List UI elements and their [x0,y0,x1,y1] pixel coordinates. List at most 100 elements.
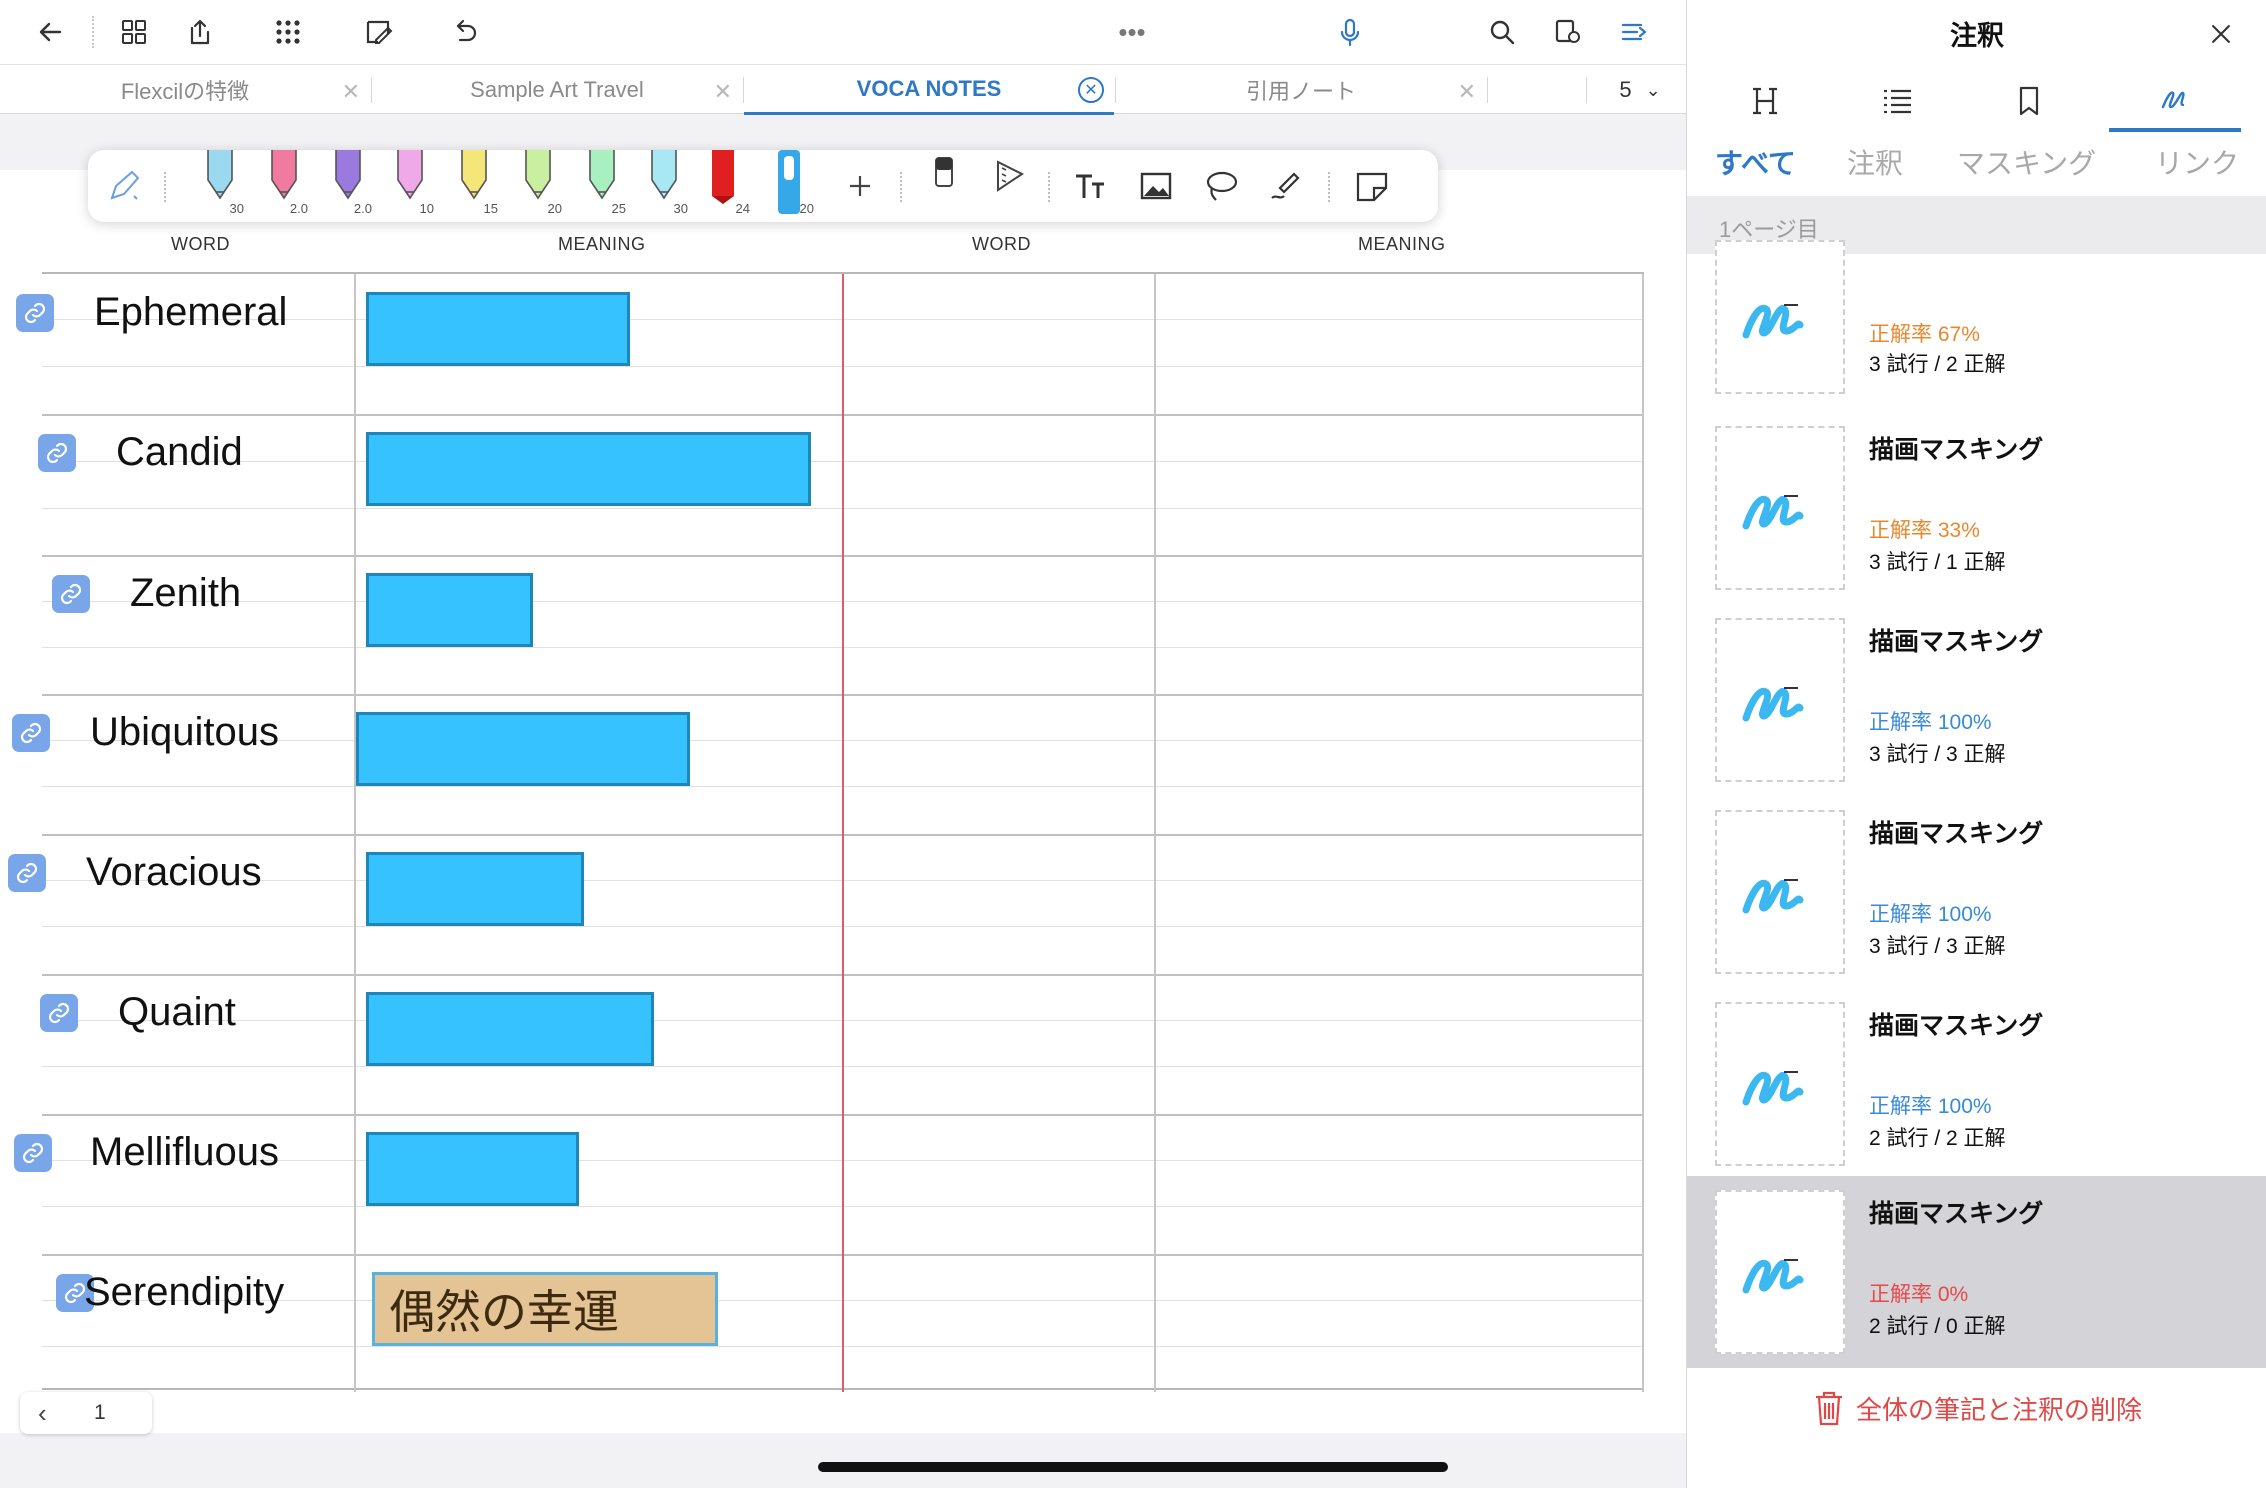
annotation-card[interactable]: 描画マスキング 正解率 100% 3 試行 / 3 正解 [1687,604,2266,796]
annotation-card[interactable]: 描画マスキング 正解率 0% 2 試行 / 0 正解 [1687,1176,2266,1368]
pen-size-label: 25 [611,201,626,216]
panel-toggle-icon[interactable] [1614,12,1654,52]
tab-headings[interactable] [1699,70,1831,132]
masking-box[interactable] [356,712,690,786]
link-badge[interactable] [38,434,76,472]
accuracy-rate: 正解率 0% [1869,1283,1969,1306]
export-icon[interactable] [180,12,220,52]
highlighter-tool-icon[interactable] [1264,164,1308,208]
masking-box[interactable] [366,852,584,926]
link-badge[interactable] [40,994,78,1032]
annotation-card[interactable]: 描画マスキング 正解率 100% 2 試行 / 2 正解 [1687,988,2266,1180]
tab-bookmarks[interactable] [1963,70,2095,132]
filter-masking[interactable]: マスキング [1957,142,2096,182]
back-arrow-icon[interactable] [30,12,70,52]
annotation-panel: 注釈 すべて 注釈 マスキング リンク 1ページ目 正解率 67% 3 試行 /… [1686,0,2266,1488]
ruler-icon[interactable] [986,154,1030,198]
pen-tool[interactable]: 25 [576,150,628,222]
link-badge[interactable] [14,1134,52,1172]
tab-sample-art-travel[interactable]: Sample Art Travel ✕ [372,65,742,115]
mask-thumbnail [1715,810,1845,974]
pen-tool[interactable]: 2.0 [258,150,310,222]
column-header-word: WORD [171,234,230,254]
filter-all[interactable]: すべて [1715,142,1796,182]
page-settings-icon[interactable] [1548,12,1588,52]
pen-tool[interactable]: 24 [700,150,752,222]
pen-tool[interactable]: 30 [638,150,690,222]
vocabulary-word: Ephemeral [94,290,288,334]
annotation-card[interactable]: 描画マスキング 正解率 100% 3 試行 / 3 正解 [1687,796,2266,988]
search-icon[interactable] [1482,12,1522,52]
delete-all-label: 全体の筆記と注釈の削除 [1855,1394,2142,1425]
link-badge[interactable] [8,854,46,892]
link-badge[interactable] [16,294,54,332]
annotation-card[interactable]: 正解率 67% 3 試行 / 2 正解 [1687,240,2266,410]
link-badge[interactable] [52,575,90,613]
annotation-title: 描画マスキング [1869,436,2044,464]
bookmark-icon [2019,86,2039,116]
close-tab-icon[interactable]: ✕ [1458,79,1476,105]
pen-tool[interactable]: 2.0 [322,150,374,222]
tab-annotations[interactable] [2109,70,2241,132]
apps-grid-icon[interactable] [268,12,308,52]
edit-mode-icon[interactable] [358,12,398,52]
filter-links[interactable]: リンク [2155,142,2239,182]
masking-box[interactable] [366,1132,579,1206]
pen-tool[interactable]: 20 [512,150,564,222]
close-tab-icon[interactable]: ✕ [714,79,732,105]
pen-tool[interactable]: 15 [448,150,500,222]
text-tool-icon[interactable] [1068,164,1112,208]
previous-page-button[interactable]: ‹ [38,1398,47,1429]
scribble-icon [1742,879,1804,914]
more-dots-icon[interactable]: ••• [1096,12,1168,52]
masking-box[interactable] [366,292,630,366]
tab-count: 5 [1619,77,1632,102]
pen-tool[interactable]: 10 [384,150,436,222]
tab-flexcil-features[interactable]: Flexcilの特徴 ✕ [0,65,370,115]
scribble-icon [1742,495,1804,530]
pen-size-label: 2.0 [353,201,372,216]
pen-settings-icon[interactable] [102,164,146,208]
delete-all-button[interactable]: 全体の筆記と注釈の削除 [1687,1380,2266,1436]
pen-size-label: 10 [419,201,434,216]
sticky-note-icon[interactable] [1350,164,1394,208]
lasso-tool-icon[interactable] [1200,164,1244,208]
link-icon [24,302,46,324]
close-tab-icon[interactable]: ✕ [1078,77,1104,103]
tab-count-dropdown[interactable]: 5 ⌄ [1600,65,1680,115]
pen-stroke-icon [2161,91,2185,109]
vocabulary-word: Voracious [86,850,262,894]
vocabulary-word: Ubiquitous [90,710,280,754]
microphone-icon[interactable] [1330,12,1370,52]
column-header-word: WORD [972,234,1031,254]
close-tab-icon[interactable]: ✕ [342,79,360,105]
image-tool-icon[interactable] [1134,164,1178,208]
scribble-icon [1742,304,1804,339]
revealed-answer[interactable]: 偶然の幸運 [372,1272,718,1346]
link-badge[interactable] [12,714,50,752]
tab-divider [1586,77,1587,103]
tab-list[interactable] [1831,70,1963,132]
toolbar-separator [92,16,94,48]
mask-thumbnail [1715,240,1845,394]
pen-size-label: 15 [483,201,498,216]
undo-icon[interactable] [444,12,484,52]
filter-annotations[interactable]: 注釈 [1847,142,1903,182]
home-indicator[interactable] [818,1462,1448,1472]
column-header-meaning: MEANING [1358,234,1446,254]
tab-voca-notes[interactable]: VOCA NOTES ✕ [744,65,1114,115]
masking-box[interactable] [366,573,533,647]
grid-view-icon[interactable] [114,12,154,52]
pen-size-label: 20 [799,201,814,216]
annotation-title: 描画マスキング [1869,820,2044,848]
close-panel-button[interactable] [2201,14,2241,54]
pen-tool[interactable]: 30 [194,150,246,222]
annotation-card[interactable]: 描画マスキング 正解率 33% 3 試行 / 1 正解 [1687,412,2266,604]
pen-tool[interactable]: 20 [764,150,816,222]
masking-box[interactable] [366,992,654,1066]
eraser-icon[interactable] [922,154,966,198]
annotation-title: 描画マスキング [1869,628,2044,656]
tab-quote-note[interactable]: 引用ノート ✕ [1116,65,1486,115]
add-pen-icon[interactable] [838,164,882,208]
masking-box[interactable] [366,432,811,506]
